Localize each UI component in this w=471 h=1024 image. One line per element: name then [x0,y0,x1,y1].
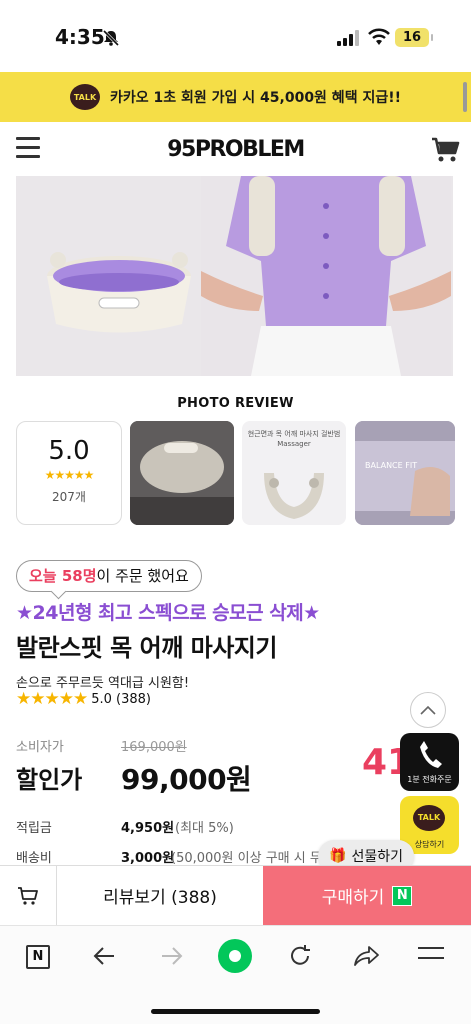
review-score: 5.0 [48,436,90,466]
reload-icon[interactable] [287,943,313,969]
review-score-card[interactable]: 5.0 ★★★★★ 207개 [16,421,122,525]
review-photo-image [355,421,455,525]
status-bar: 4:35 16 [0,0,471,72]
sale-price: 99,000원 [121,763,252,796]
site-header: 95PROBLEM [0,122,471,176]
review-stars: ★★★★★ [44,468,95,482]
home-indicator[interactable] [151,1009,320,1014]
sale-price-label: 할인가 [16,766,83,794]
shipping-note: (50,000원 이상 구매 시 무 [171,851,322,866]
review-count: 207개 [52,490,86,504]
scrollbar-thumb[interactable] [463,82,467,112]
massager-device-image [47,252,191,333]
rating-stars: ★★★★★ [16,689,88,709]
order-count-highlight: 오늘 58명 [29,567,97,585]
battery-indicator: 16 [395,28,433,47]
chevron-up-icon [420,705,436,715]
back-arrow-icon[interactable] [92,943,118,969]
review-photo-thumbnail[interactable]: 현근면과 목 어깨 마사지 걸반범 Massager [242,421,346,525]
original-price: 169,000원 [121,740,187,755]
forward-arrow-icon[interactable] [158,943,184,969]
cellular-signal-icon [337,30,359,46]
share-icon[interactable] [352,943,380,969]
rating-text: 5.0 (388) [91,691,151,707]
phone-order-label: 1분 전화주문 [407,775,452,784]
review-photo-thumbnail[interactable]: BALANCE FIT [355,421,455,525]
kakaotalk-icon: TALK [413,805,445,831]
buy-button[interactable]: 구매하기 N [263,866,471,925]
product-rating[interactable]: ★★★★★ 5.0 (388) [16,689,151,709]
cart-icon [18,886,38,905]
shipping-value: 3,000원 [121,851,175,866]
add-to-cart-button[interactable] [0,866,57,925]
consumer-price-label: 소비자가 [16,740,64,755]
naver-tab-button[interactable]: N [26,945,50,969]
review-photo-image [130,421,234,525]
gift-icon: 🎁 [329,848,347,864]
order-count-badge: 오늘 58명이 주문 했어요 [16,560,202,592]
order-count-suffix: 이 주문 했어요 [96,567,189,585]
model-image [201,176,451,376]
cart-icon[interactable] [430,134,460,164]
menu-icon[interactable] [418,947,444,967]
phone-icon [419,741,442,768]
points-value: 4,950원 [121,821,175,836]
naver-home-button[interactable] [218,939,252,973]
promo-banner[interactable]: TALK 카카오 1초 회원 가입 시 45,000원 혜택 지급!! [0,72,471,122]
bell-muted-icon [102,29,120,47]
points-label: 적립금 [16,821,52,836]
product-hero-image[interactable] [16,176,453,376]
promo-text: 카카오 1초 회원 가입 시 45,000원 혜택 지급!! [110,90,401,106]
gift-label: 선물하기 [351,849,403,865]
scroll-to-top-button[interactable] [410,692,446,728]
review-photo-caption: 현근면과 목 어깨 마사지 걸반범 Massager [247,430,341,448]
review-photo-thumbnail[interactable] [130,421,234,525]
buy-label: 구매하기 [321,888,385,908]
review-photo-caption: BALANCE FIT [365,461,418,470]
product-title: 발란스핏 목 어깨 마사지기 [16,634,277,662]
status-time: 4:35 [55,25,105,49]
phone-order-button[interactable]: 1분 전화주문 [400,733,459,791]
photo-review-title: PHOTO REVIEW [177,396,294,411]
view-reviews-button[interactable]: 리뷰보기 (388) [57,866,263,925]
kakaotalk-icon: TALK [70,84,100,110]
points-note: (최대 5%) [175,821,234,836]
wifi-icon [368,28,390,45]
site-logo[interactable]: 95PROBLEM [0,137,471,162]
purchase-bar: 리뷰보기 (388) 구매하기 N [0,865,471,925]
product-tagline: ★24년형 최고 스펙으로 승모근 삭제★ [16,602,320,624]
naver-pay-icon: N [392,885,413,906]
shipping-label: 배송비 [16,851,52,866]
